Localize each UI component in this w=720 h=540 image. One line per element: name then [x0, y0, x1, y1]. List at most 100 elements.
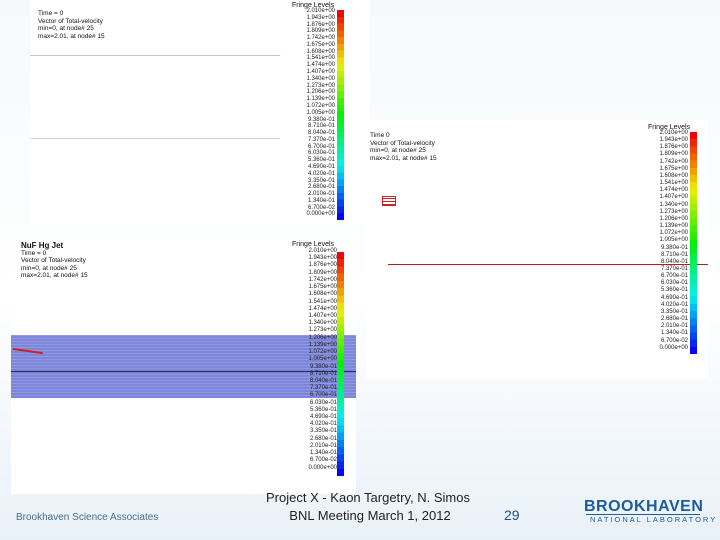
fringe-level-label: 8.710e-01 — [660, 251, 688, 258]
footer-meeting: BNL Meeting March 1, 2012 — [289, 508, 451, 523]
fringe-level-label: 1.608e+00 — [306, 48, 335, 55]
vector-label: Vector of Total-velocity — [370, 139, 435, 147]
fringe-level-label: 4.020e-01 — [660, 301, 688, 308]
fringe-level-label: 1.742e+00 — [308, 276, 337, 283]
fringe-level-label: 6.030e-01 — [309, 399, 337, 406]
fringe-level-label: 8.040e-01 — [660, 258, 688, 265]
fringe-level-label: 1.474e+00 — [306, 62, 335, 69]
plot-header-top: Time = 0 Vector of Total-velocity min=0,… — [38, 10, 105, 40]
fringe-level-label: 8.710e-01 — [307, 123, 335, 130]
fringe-level-label: 6.700e-02 — [309, 457, 337, 464]
fringe-level-label: 8.040e-01 — [309, 377, 337, 384]
fringe-level-label: 4.690e-01 — [309, 414, 337, 421]
fringe-level-label: 2.010e-01 — [309, 442, 337, 449]
fringe-level-label: 6.700e-02 — [660, 337, 688, 344]
fringe-level-label: 6.700e-01 — [660, 273, 688, 280]
plot-header-bottom: NuF Hg Jet Time = 0 Vector of Total-velo… — [21, 242, 88, 280]
time-label: Time = 0 — [21, 249, 47, 257]
color-scale-bar — [337, 252, 344, 476]
fringe-level-label: 1.407e+00 — [659, 194, 688, 201]
fringe-level-label: 6.700e-02 — [307, 204, 335, 211]
fringe-level-label: 7.370e-01 — [307, 136, 335, 143]
bnl-logo-subtitle: NATIONAL LABORATORY — [590, 515, 718, 524]
fringe-level-label: 1.809e+00 — [306, 28, 335, 35]
fringe-level-label: 1.943e+00 — [306, 14, 335, 21]
fringe-level-label: 2.680e-01 — [660, 316, 688, 323]
fringe-level-label: 8.040e-01 — [307, 130, 335, 137]
fringe-level-label: 1.139e+00 — [308, 341, 337, 348]
time-label: Time = 0 — [38, 10, 64, 17]
fringe-level-label: 1.809e+00 — [308, 269, 337, 276]
fringe-level-label: 3.350e-01 — [660, 308, 688, 315]
fringe-level-label: 9.380e-01 — [660, 244, 688, 251]
max-label: max=2.01, at node# 15 — [370, 154, 437, 162]
fringe-level-label: 4.020e-01 — [307, 170, 335, 177]
fringe-level-label: 5.360e-01 — [660, 287, 688, 294]
fringe-level-label: 1.541e+00 — [659, 180, 688, 187]
plot-header-right: Time 0 Vector of Total-velocity min=0, a… — [370, 132, 437, 162]
fringe-level-label: 1.139e+00 — [306, 96, 335, 103]
fringe-level-label: 5.360e-01 — [309, 406, 337, 413]
fringe-level-label: 6.030e-01 — [307, 150, 335, 157]
fringe-level-label: 1.273e+00 — [659, 208, 688, 215]
plot-title: NuF Hg Jet — [21, 241, 64, 250]
fringe-level-label: 1.072e+00 — [306, 102, 335, 109]
fringe-level-label: 2.680e-01 — [309, 435, 337, 442]
fringe-labels: 2.010e+00 1.943e+00 1.876e+00 1.809e+00 1.74… — [638, 130, 688, 352]
fringe-plot-right: Time 0 Vector of Total-velocity min=0, a… — [366, 120, 708, 378]
fringe-level-label: 7.370e-01 — [309, 385, 337, 392]
fringe-level-label: 0.000e+00 — [659, 344, 688, 351]
fringe-level-label: 2.010e+00 — [306, 8, 335, 14]
fringe-level-label: 1.541e+00 — [308, 298, 337, 305]
fringe-plot-top: Time = 0 Vector of Total-velocity min=0,… — [30, 0, 370, 225]
fringe-level-label: 9.380e-01 — [307, 116, 335, 123]
fringe-level-label: 1.742e+00 — [306, 35, 335, 42]
logo-rule — [586, 514, 700, 515]
max-label: max=2.01, at node# 15 — [21, 272, 88, 280]
fringe-level-label: 9.380e-01 — [309, 363, 337, 370]
fringe-level-label: 3.350e-01 — [307, 177, 335, 184]
fringe-level-label: 1.340e+00 — [306, 75, 335, 82]
fringe-level-label: 1.340e-01 — [307, 197, 335, 204]
brand-text: Brookhaven Science Associates — [16, 512, 159, 523]
fringe-level-label: 8.710e-01 — [309, 370, 337, 377]
jet-marker — [382, 196, 396, 206]
fringe-level-label: 2.010e-01 — [660, 323, 688, 330]
fringe-level-label: 2.010e+00 — [308, 248, 337, 254]
fringe-level-label: 1.005e+00 — [308, 356, 337, 363]
fringe-level-label: 1.005e+00 — [306, 109, 335, 116]
fringe-level-label: 6.030e-01 — [660, 280, 688, 287]
fringe-level-label: 1.273e+00 — [306, 82, 335, 89]
fringe-level-label: 3.350e-01 — [309, 428, 337, 435]
fringe-labels: 2.010e+00 1.943e+00 1.876e+00 1.809e+00 1.74… — [285, 8, 335, 218]
fringe-level-label: 1.608e+00 — [659, 172, 688, 179]
max-label: max=2.01, at node# 15 — [38, 32, 105, 40]
fringe-level-label: 1.809e+00 — [659, 151, 688, 158]
fringe-level-label: 4.690e-01 — [660, 294, 688, 301]
fringe-level-label: 7.370e-01 — [660, 265, 688, 272]
mesh-line — [30, 55, 280, 56]
fringe-level-label: 1.943e+00 — [308, 255, 337, 262]
fringe-level-label: 5.360e-01 — [307, 157, 335, 164]
fringe-level-label: 1.474e+00 — [659, 187, 688, 194]
fringe-levels-title: Fringe Levels — [292, 241, 335, 248]
fringe-level-label: 2.010e+00 — [659, 130, 688, 136]
fringe-level-label: 1.072e+00 — [659, 230, 688, 237]
fringe-level-label: 1.139e+00 — [659, 223, 688, 230]
fringe-labels: 2.010e+00 1.943e+00 1.876e+00 1.809e+00 1.74… — [287, 248, 337, 472]
fringe-level-label: 6.700e-01 — [307, 143, 335, 150]
fringe-level-label: 1.340e+00 — [308, 320, 337, 327]
fringe-level-label: 1.407e+00 — [306, 69, 335, 76]
fringe-level-label: 1.273e+00 — [308, 327, 337, 334]
fringe-level-label: 2.010e-01 — [307, 191, 335, 198]
fringe-level-label: 1.072e+00 — [308, 349, 337, 356]
fringe-level-label: 1.206e+00 — [308, 334, 337, 341]
color-scale-bar — [337, 10, 344, 220]
fringe-level-label: 1.675e+00 — [308, 284, 337, 291]
fringe-level-label: 1.340e-01 — [660, 330, 688, 337]
fringe-level-label: 1.943e+00 — [659, 137, 688, 144]
fringe-level-label: 1.340e+00 — [659, 201, 688, 208]
fringe-level-label: 2.680e-01 — [307, 184, 335, 191]
fringe-level-label: 1.608e+00 — [308, 291, 337, 298]
fringe-level-label: 0.000e+00 — [306, 211, 335, 218]
